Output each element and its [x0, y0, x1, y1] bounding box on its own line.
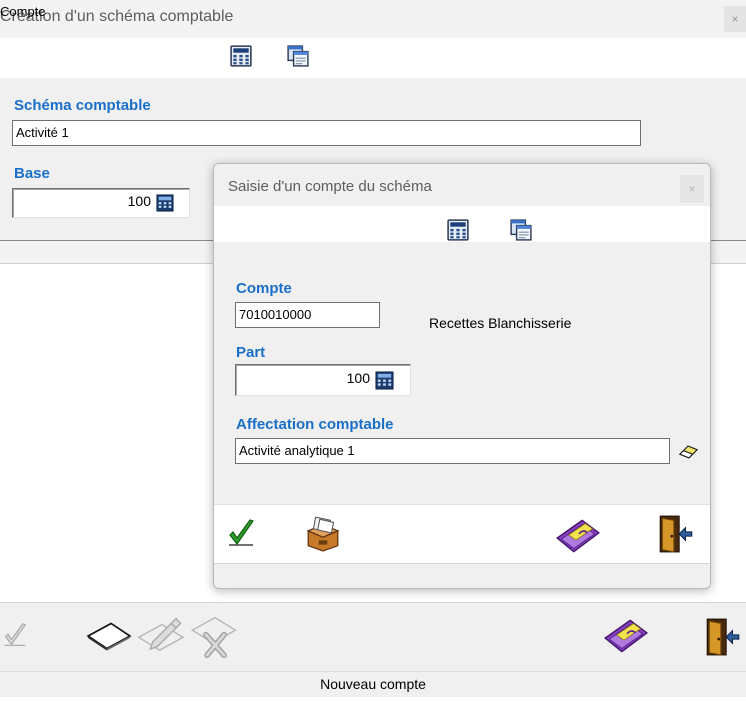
edit-disabled-icon[interactable]: [136, 614, 188, 656]
wallet-cards-icon[interactable]: [554, 517, 602, 555]
wallet-cards-icon[interactable]: [602, 617, 650, 655]
window-copy-icon[interactable]: [510, 219, 532, 241]
main-toolbar: [0, 38, 746, 78]
main-close-button[interactable]: ×: [724, 6, 746, 32]
status-message: Nouveau compte: [320, 676, 426, 692]
schema-label: Schéma comptable: [14, 97, 151, 114]
card-box-icon[interactable]: [304, 514, 342, 552]
affectation-input[interactable]: Activité analytique 1: [235, 438, 670, 464]
base-field[interactable]: 100: [12, 188, 190, 218]
new-sheet-icon[interactable]: [86, 620, 132, 652]
compte-input[interactable]: 7010010000: [235, 302, 380, 328]
calculator-icon[interactable]: [447, 219, 469, 241]
exit-door-icon[interactable]: [705, 617, 741, 657]
dialog-action-bar: [214, 504, 710, 564]
column-header-compte[interactable]: Compte: [0, 4, 46, 19]
base-calculator-icon[interactable]: [156, 194, 174, 212]
part-calculator-icon[interactable]: [375, 371, 394, 390]
account-entry-dialog: Saisie d'un compte du schéma × Compte 70…: [213, 163, 711, 589]
part-field[interactable]: 100: [235, 364, 411, 396]
compte-label: Compte: [236, 280, 292, 297]
part-label: Part: [236, 344, 266, 361]
calculator-icon[interactable]: [230, 45, 252, 67]
compte-description: Recettes Blanchisserie: [429, 315, 572, 331]
schema-input[interactable]: Activité 1: [12, 120, 641, 146]
base-value: 100: [127, 193, 151, 209]
base-label: Base: [14, 165, 50, 182]
validate-check-disabled-icon[interactable]: [2, 622, 28, 648]
dialog-close-button[interactable]: ×: [680, 175, 704, 203]
affectation-label: Affectation comptable: [236, 416, 394, 433]
eraser-icon[interactable]: [679, 444, 699, 459]
validate-check-icon[interactable]: [226, 518, 256, 548]
part-value: 100: [346, 370, 370, 386]
dialog-title: Saisie d'un compte du schéma: [228, 178, 432, 195]
window-copy-icon[interactable]: [287, 45, 309, 67]
exit-door-icon[interactable]: [658, 514, 694, 554]
delete-disabled-icon[interactable]: [190, 612, 240, 662]
